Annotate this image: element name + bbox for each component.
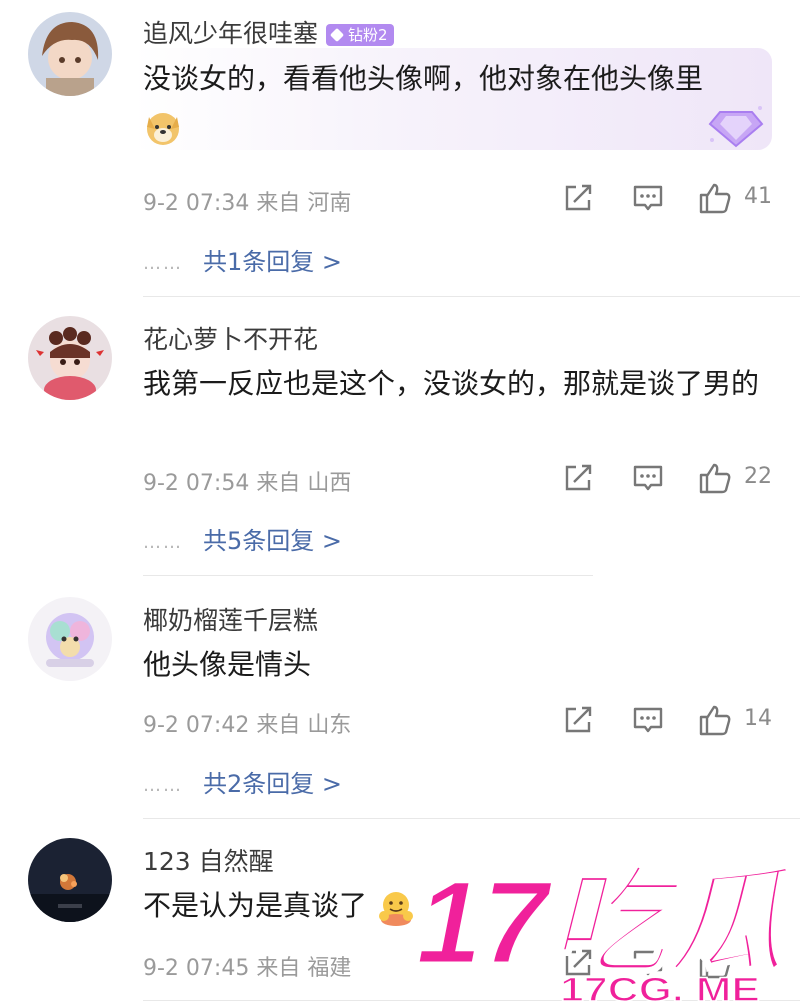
- watermark-logo: 17吃瓜 17CG. ME: [415, 856, 798, 1007]
- thumbs-up-icon: [699, 183, 731, 214]
- diamond-icon: [329, 27, 345, 43]
- view-replies-link[interactable]: …… 共2条回复 >: [143, 764, 342, 799]
- view-replies-link[interactable]: …… 共1条回复 >: [143, 242, 342, 277]
- replies-label[interactable]: 共1条回复 >: [203, 248, 342, 276]
- comment-text: 我第一反应也是这个，没谈女的，那就是谈了男的: [143, 367, 760, 400]
- divider: [143, 818, 800, 819]
- share-button[interactable]: [562, 462, 594, 496]
- username[interactable]: 123 自然醒: [143, 842, 274, 878]
- divider: [143, 575, 593, 576]
- replies-dots: ……: [143, 531, 183, 553]
- comment-icon: [633, 465, 663, 491]
- share-icon: [565, 464, 592, 491]
- like-count: 41: [744, 184, 772, 209]
- comment-from: 来自: [256, 956, 301, 981]
- share-button[interactable]: [562, 704, 594, 738]
- share-button[interactable]: [562, 182, 594, 216]
- divider: [143, 296, 800, 297]
- comment-text-content: 没谈女的，看看他头像啊，他对象在他头像里: [143, 62, 704, 95]
- fan-badge: 钻粉2: [326, 24, 394, 46]
- username-text[interactable]: 追风少年很哇塞: [143, 19, 318, 48]
- like-button[interactable]: 22: [698, 462, 788, 496]
- avatar[interactable]: [28, 316, 112, 400]
- comment-actions: 14: [562, 704, 787, 738]
- comment-meta: 9-2 07:34 来自 河南: [143, 185, 351, 217]
- watermark-sub: 17CG. ME: [560, 971, 760, 1007]
- comment-location: 山西: [307, 471, 352, 496]
- username[interactable]: 追风少年很哇塞 钻粉2: [143, 14, 394, 50]
- share-icon: [565, 706, 592, 733]
- comment-location: 福建: [307, 956, 352, 981]
- share-icon: [565, 184, 592, 211]
- avatar[interactable]: [28, 12, 112, 96]
- username[interactable]: 花心萝卜不开花: [143, 320, 318, 356]
- replies-dots: ……: [143, 252, 183, 274]
- comment-text: 没谈女的，看看他头像啊，他对象在他头像里: [143, 55, 773, 149]
- replies-label[interactable]: 共5条回复 >: [203, 527, 342, 555]
- avatar[interactable]: [28, 838, 112, 922]
- view-replies-link[interactable]: …… 共5条回复 >: [143, 521, 342, 556]
- comment-actions: 41: [562, 182, 787, 216]
- comment-date: 9-2 07:45: [143, 956, 250, 981]
- reply-button[interactable]: [632, 182, 664, 216]
- like-count: 22: [744, 464, 772, 489]
- watermark-main: 17吃瓜: [416, 857, 796, 989]
- comment-date: 9-2 07:54: [143, 471, 250, 496]
- username[interactable]: 椰奶榴莲千层糕: [143, 601, 318, 637]
- comment-location: 河南: [307, 191, 352, 216]
- comment-from: 来自: [256, 191, 301, 216]
- avatar[interactable]: [28, 597, 112, 681]
- comment-meta: 9-2 07:45 来自 福建: [143, 950, 351, 982]
- comment-from: 来自: [256, 471, 301, 496]
- comment-actions: 22: [562, 462, 787, 496]
- thumbs-up-icon: [699, 463, 731, 494]
- comment-icon: [633, 185, 663, 211]
- doge-emoji-icon: [147, 113, 179, 145]
- like-button[interactable]: 14: [698, 704, 788, 738]
- comment-date: 9-2 07:34: [143, 191, 250, 216]
- replies-label[interactable]: 共2条回复 >: [203, 770, 342, 798]
- comment-text: 他头像是情头: [143, 648, 312, 681]
- thumbs-up-icon: [699, 705, 731, 736]
- comment-text-content: 不是认为是真谈了: [143, 889, 368, 922]
- comment-date: 9-2 07:42: [143, 713, 250, 738]
- comment-meta: 9-2 07:42 来自 山东: [143, 707, 351, 739]
- like-count: 14: [744, 706, 772, 731]
- fan-badge-label: 钻粉2: [348, 26, 388, 44]
- reply-button[interactable]: [632, 462, 664, 496]
- comment-meta: 9-2 07:54 来自 山西: [143, 465, 351, 497]
- comment-icon: [633, 707, 663, 733]
- like-button[interactable]: 41: [698, 182, 788, 216]
- comment-location: 山东: [307, 713, 352, 738]
- reply-button[interactable]: [632, 704, 664, 738]
- replies-dots: ……: [143, 774, 183, 796]
- comment-from: 来自: [256, 713, 301, 738]
